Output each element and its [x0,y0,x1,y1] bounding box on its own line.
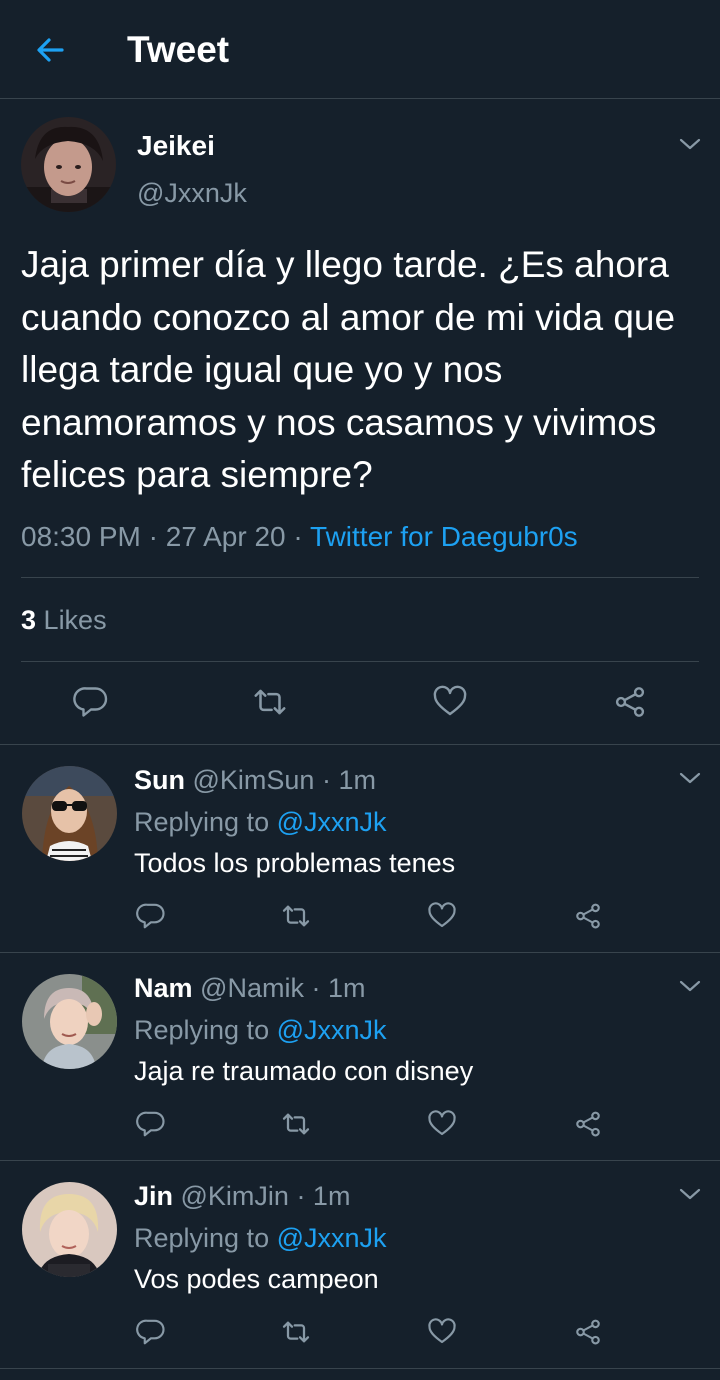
retweet-button[interactable] [249,681,291,723]
reply-menu-button[interactable] [675,971,705,1001]
reply-button[interactable] [134,1107,168,1141]
author-name[interactable]: Jeikei [137,129,215,163]
share-icon [576,1111,600,1137]
replying-to: Replying to @JxxnJk [134,807,387,837]
like-button[interactable] [429,681,471,723]
likes-count: 3 [21,605,37,635]
retweet-icon [282,1113,310,1135]
chevron-down-icon [679,138,701,150]
divider [21,661,699,662]
likes-link[interactable]: 3 Likes [21,601,107,639]
retweet-icon [254,689,286,715]
like-button[interactable] [425,899,459,933]
reply-tweet[interactable]: Nam @Namik · 1m Replying to @JxxnJk Jaja… [0,953,720,1161]
like-icon [428,1110,456,1136]
tweet-text: Jaja primer día y llego tarde. ¿Es ahora… [21,244,676,495]
avatar[interactable] [21,117,116,212]
retweet-button[interactable] [279,1107,313,1141]
share-button[interactable] [609,681,651,723]
reply-text: Vos podes campeon [134,1264,379,1294]
reply-author-name[interactable]: Jin [134,1181,173,1211]
like-icon [428,1318,456,1344]
like-button[interactable] [425,1315,459,1349]
reply-handle-time: @KimSun · 1m [185,765,376,795]
reply-button[interactable] [134,899,168,933]
top-bar: Tweet [0,0,720,99]
chevron-down-icon [679,980,701,992]
reply-header: Jin @KimJin · 1m [134,1178,350,1214]
reply-handle-time: @Namik · 1m [192,973,366,1003]
reply-tweet[interactable]: Jin @KimJin · 1m Replying to @JxxnJk Vos… [0,1161,720,1369]
reply-tweet[interactable]: Sun @KimSun · 1m Replying to @JxxnJk Tod… [0,745,720,953]
share-icon [615,687,645,717]
chevron-down-icon [679,772,701,784]
arrow-left-icon [37,38,64,62]
divider [21,577,699,578]
tweet-source-link[interactable]: Twitter for Daegubr0s [310,521,578,552]
reply-menu-button[interactable] [675,763,705,793]
reply-text: Jaja re traumado con disney [134,1056,474,1086]
mention-link[interactable]: @JxxnJk [277,1015,387,1045]
retweet-button[interactable] [279,899,313,933]
share-icon [576,903,600,929]
replying-to: Replying to @JxxnJk [134,1223,387,1253]
reply-handle-time: @KimJin · 1m [173,1181,351,1211]
share-button[interactable] [571,1315,605,1349]
reply-header: Nam @Namik · 1m [134,970,365,1006]
page-title: Tweet [127,29,230,70]
reply-icon [136,903,165,929]
like-icon [428,902,456,928]
likes-label: Likes [43,605,107,635]
avatar[interactable] [22,1182,117,1277]
replying-to: Replying to @JxxnJk [134,1015,387,1045]
share-button[interactable] [571,1107,605,1141]
share-button[interactable] [571,899,605,933]
back-button[interactable] [30,30,70,70]
retweet-button[interactable] [279,1315,313,1349]
mention-link[interactable]: @JxxnJk [277,807,387,837]
avatar[interactable] [22,974,117,1069]
reply-header: Sun @KimSun · 1m [134,762,376,798]
retweet-icon [282,905,310,927]
main-tweet: Jeikei @JxxnJk Jaja primer día y llego t… [0,99,720,745]
reply-icon [73,687,108,717]
tweet-time: 08:30 PM [21,521,141,552]
reply-text: Todos los problemas tenes [134,848,456,878]
reply-author-name[interactable]: Sun [134,765,185,795]
reply-icon [136,1111,165,1137]
avatar[interactable] [22,766,117,861]
tweet-date: 27 Apr 20 [165,521,286,552]
reply-button[interactable] [134,1315,168,1349]
mention-link[interactable]: @JxxnJk [277,1223,387,1253]
reply-icon [136,1319,165,1345]
reply-author-name[interactable]: Nam [134,973,193,1003]
author-handle[interactable]: @JxxnJk [137,176,247,210]
retweet-icon [282,1321,310,1343]
share-icon [576,1319,600,1345]
like-button[interactable] [425,1107,459,1141]
tweet-meta: 08:30 PM · 27 Apr 20 · Twitter for Daegu… [21,521,578,552]
like-icon [433,685,467,716]
tweet-menu-button[interactable] [675,129,705,159]
chevron-down-icon [679,1188,701,1200]
reply-menu-button[interactable] [675,1179,705,1209]
reply-button[interactable] [70,681,112,723]
